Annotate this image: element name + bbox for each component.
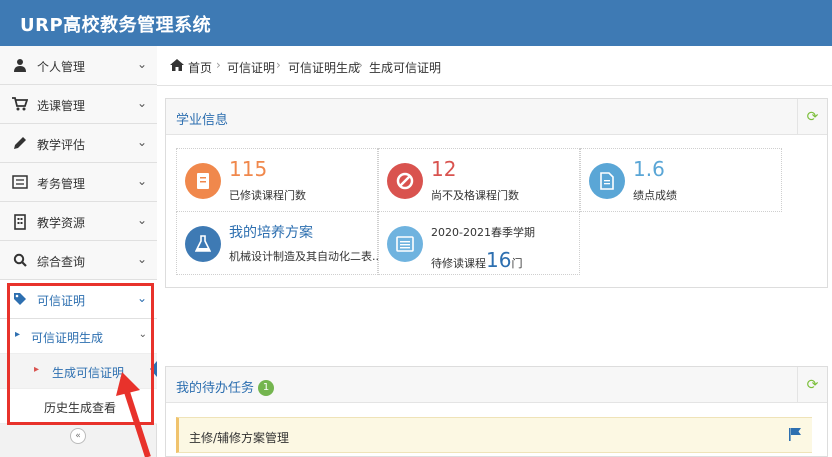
- chevron-down-icon: ⌄: [136, 96, 147, 110]
- stat-value: 12: [431, 157, 457, 181]
- term-pending-courses: 待修读课程16门: [431, 248, 522, 272]
- app-title: URP高校教务管理系统: [20, 15, 212, 36]
- list-icon: [12, 175, 28, 191]
- flag-icon: [788, 427, 802, 441]
- breadcrumb-current: 生成可信证明: [369, 61, 442, 75]
- user-icon: [12, 58, 28, 74]
- pencil-icon: [12, 136, 28, 152]
- search-icon: [12, 253, 28, 269]
- refresh-icon[interactable]: ⟳: [797, 99, 827, 135]
- stat-label: 尚不及格课程门数: [431, 189, 519, 202]
- sidebar-item-exams[interactable]: 考务管理 ⌄: [0, 163, 157, 202]
- stat-completed-courses[interactable]: 115 已修读课程门数: [176, 148, 378, 212]
- todo-count-badge: 1: [258, 380, 275, 396]
- refresh-icon[interactable]: ⟳: [797, 367, 827, 403]
- term-courses-card[interactable]: 2020-2021春季学期 待修读课程16门: [378, 211, 580, 275]
- sidebar-item-label: 个人管理: [37, 60, 86, 74]
- sidebar-item-evaluation[interactable]: 教学评估 ⌄: [0, 124, 157, 163]
- document-icon: [185, 163, 221, 199]
- term-pending-count: 16: [486, 248, 512, 272]
- stat-gpa[interactable]: 1.6 绩点成绩: [580, 148, 782, 212]
- breadcrumb-proof-generation[interactable]: 可信证明生成: [288, 59, 360, 76]
- top-bar: URP高校教务管理系统: [0, 0, 832, 46]
- stat-value: 1.6: [633, 157, 665, 181]
- flask-icon: [185, 226, 221, 262]
- term-pending-unit: 门: [511, 257, 523, 270]
- sidebar-item-label: 考务管理: [37, 177, 86, 191]
- stat-label: 已修读课程门数: [229, 189, 306, 202]
- breadcrumb-separator: ›: [216, 58, 221, 72]
- sidebar-item-resources[interactable]: 教学资源 ⌄: [0, 202, 157, 241]
- chevron-down-icon: ⌄: [136, 213, 147, 227]
- file-text-icon: [589, 163, 625, 199]
- todo-panel: 我的待办任务 1 ⟳ 主修/辅修方案管理: [165, 366, 828, 457]
- breadcrumb-separator: ›: [276, 58, 281, 72]
- sidebar-item-query[interactable]: 综合查询 ⌄: [0, 241, 157, 280]
- task-item[interactable]: 主修/辅修方案管理: [176, 417, 812, 453]
- annotation-arrow: [116, 372, 151, 457]
- chevron-down-icon: ⌄: [136, 252, 147, 266]
- building-icon: [12, 214, 28, 230]
- stat-value: 115: [229, 157, 268, 181]
- stat-failed-courses[interactable]: 12 尚不及格课程门数: [378, 148, 580, 212]
- sidebar-item-course-selection[interactable]: 选课管理 ⌄: [0, 85, 157, 124]
- sidebar-item-label: 教学评估: [37, 138, 86, 152]
- breadcrumb-credible-proof[interactable]: 可信证明: [227, 59, 275, 76]
- sidebar-item-label: 综合查询: [37, 255, 86, 269]
- cart-icon: [12, 97, 29, 113]
- breadcrumb-separator: ›: [358, 58, 363, 72]
- collapse-sidebar-button[interactable]: «: [70, 428, 86, 444]
- training-plan-major: 机械设计制造及其自动化二表...: [229, 250, 383, 263]
- list-alt-icon: [387, 226, 423, 262]
- chevron-down-icon: ⌄: [136, 57, 147, 71]
- sidebar-item-personal[interactable]: 个人管理 ⌄: [0, 46, 157, 85]
- chevron-down-icon: ⌄: [136, 174, 147, 188]
- term-name: 2020-2021春季学期: [431, 226, 535, 239]
- panel-header: 我的待办任务 1 ⟳: [166, 367, 827, 403]
- sidebar-item-label: 教学资源: [37, 216, 86, 230]
- training-plan-title[interactable]: 我的培养方案: [229, 222, 313, 242]
- training-plan-card[interactable]: 我的培养方案 机械设计制造及其自动化二表...: [176, 211, 383, 275]
- task-label: 主修/辅修方案管理: [189, 431, 290, 445]
- sidebar-item-label: 选课管理: [37, 99, 86, 113]
- home-icon[interactable]: [169, 58, 185, 76]
- breadcrumb-home[interactable]: 首页: [188, 59, 212, 76]
- stat-label: 绩点成绩: [633, 189, 677, 202]
- chevron-down-icon: ⌄: [136, 135, 147, 149]
- term-pending-label: 待修读课程: [431, 257, 486, 270]
- todo-title: 我的待办任务: [176, 381, 255, 396]
- study-info-panel: 学业信息 ⟳ 115 已修读课程门数 12 尚不及格课程门数 1.6 绩点成绩 …: [165, 98, 828, 288]
- breadcrumb: 首页 › 可信证明 › 可信证明生成 › 生成可信证明: [157, 46, 832, 86]
- ban-icon: [387, 163, 423, 199]
- panel-title: 我的待办任务 1: [176, 377, 275, 396]
- panel-title: 学业信息: [176, 113, 229, 128]
- panel-header: 学业信息 ⟳: [166, 99, 827, 135]
